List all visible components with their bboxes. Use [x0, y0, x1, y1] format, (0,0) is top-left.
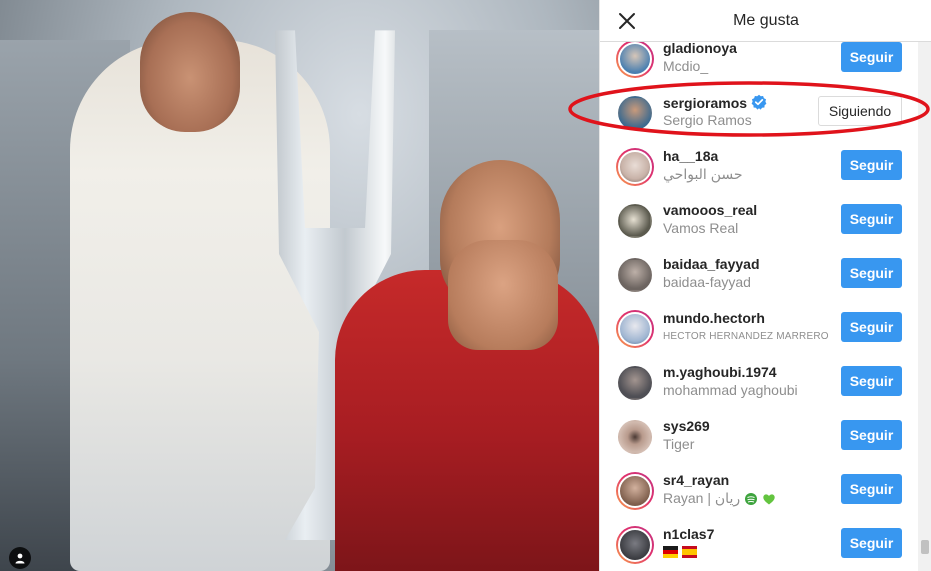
follow-button[interactable]: Seguir [841, 150, 902, 180]
user-tag-icon[interactable] [9, 547, 31, 569]
full-name-flags [663, 543, 697, 559]
follow-button[interactable]: Seguir [841, 528, 902, 558]
photo-player-white-head [140, 12, 240, 132]
full-name: Tiger [663, 436, 695, 452]
list-item: sys269 Tiger Seguir [600, 414, 918, 468]
dialog-header: Me gusta [600, 0, 931, 42]
spain-flag-icon [681, 546, 697, 559]
username[interactable]: n1clas7 [663, 526, 714, 542]
avatar[interactable] [616, 202, 654, 240]
avatar[interactable] [616, 472, 654, 510]
list-item: vamooos_real Vamos Real Seguir [600, 198, 918, 252]
green-circle-emoji-icon [745, 493, 757, 506]
dialog-title: Me gusta [733, 11, 799, 29]
germany-flag-icon [663, 546, 678, 559]
username[interactable]: sr4_rayan [663, 472, 729, 488]
follow-button[interactable]: Seguir [841, 420, 902, 450]
full-name: Rayan | ريان [663, 490, 776, 507]
highlight-ellipse [568, 81, 930, 137]
username[interactable]: sys269 [663, 418, 710, 434]
avatar[interactable] [616, 42, 654, 78]
avatar[interactable] [616, 310, 654, 348]
green-heart-emoji-icon [763, 494, 775, 505]
list-item: ha__18a حسن البواحي Seguir [600, 144, 918, 198]
photo-hands-covering-face [448, 240, 558, 350]
full-name: حسن البواحي [663, 166, 743, 182]
full-name-text: Rayan | ريان [663, 490, 741, 506]
full-name: HECTOR HERNANDEZ MARRERO [663, 331, 829, 342]
username[interactable]: m.yaghoubi.1974 [663, 364, 777, 380]
post-photo [0, 0, 599, 571]
avatar[interactable] [616, 148, 654, 186]
follow-button[interactable]: Seguir [841, 258, 902, 288]
username[interactable]: vamooos_real [663, 202, 757, 218]
follow-button[interactable]: Seguir [841, 42, 902, 72]
list-item: sr4_rayan Rayan | ريان Seguir [600, 468, 918, 522]
username[interactable]: ha__18a [663, 148, 718, 164]
close-icon[interactable] [616, 10, 638, 32]
username[interactable]: baidaa_fayyad [663, 256, 760, 272]
avatar[interactable] [616, 256, 654, 294]
list-item: m.yaghoubi.1974 mohammad yaghoubi Seguir [600, 360, 918, 414]
follow-button[interactable]: Seguir [841, 474, 902, 504]
full-name: baidaa-fayyad [663, 274, 751, 290]
user-tag-glyph [15, 553, 25, 564]
scrollbar-thumb[interactable] [921, 540, 929, 554]
full-name: Vamos Real [663, 220, 739, 236]
username[interactable]: gladionoya [663, 42, 737, 56]
avatar[interactable] [616, 526, 654, 564]
follow-button[interactable]: Seguir [841, 312, 902, 342]
follow-button[interactable]: Seguir [841, 366, 902, 396]
username[interactable]: mundo.hectorh [663, 310, 765, 326]
full-name: Mcdio_ [663, 58, 709, 74]
list-item: n1clas7 Seguir [600, 522, 918, 571]
avatar[interactable] [616, 364, 654, 402]
list-item: mundo.hectorh HECTOR HERNANDEZ MARRERO S… [600, 306, 918, 360]
follow-button[interactable]: Seguir [841, 204, 902, 234]
list-item: baidaa_fayyad baidaa-fayyad Seguir [600, 252, 918, 306]
avatar[interactable] [616, 418, 654, 456]
full-name: mohammad yaghoubi [663, 382, 798, 398]
